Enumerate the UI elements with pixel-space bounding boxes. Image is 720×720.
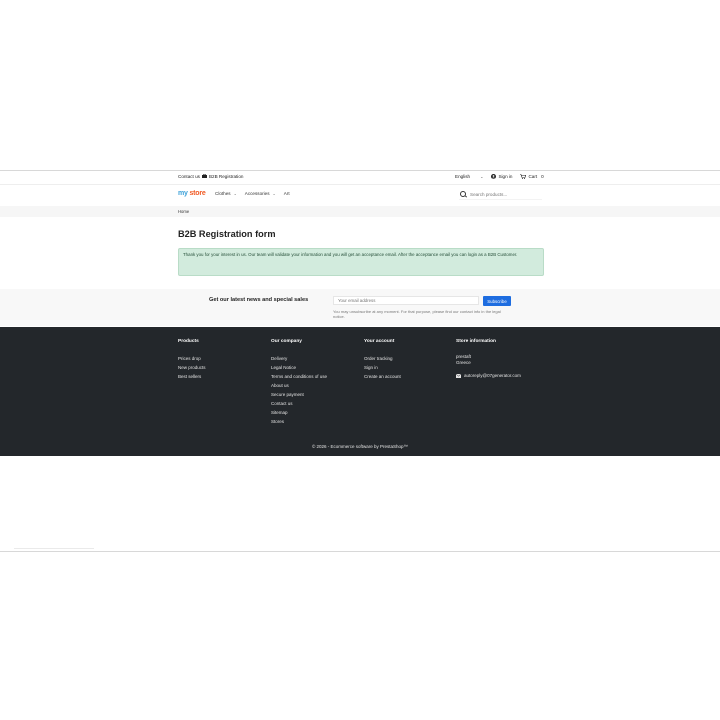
footer-link-sign-in[interactable]: Sign in	[364, 363, 401, 372]
search-box	[459, 189, 542, 200]
language-label: English	[455, 174, 471, 179]
breadcrumb: Home	[0, 206, 720, 217]
footer-products: Products Prices drop New products Best s…	[178, 339, 206, 381]
newsletter-heading: Get our latest news and special sales	[209, 297, 309, 303]
chevron-down-icon: ⌄	[233, 192, 237, 196]
cart-count: 0	[541, 174, 544, 179]
page-frame: Contact us B2B Registration English ⌄ Si…	[0, 170, 720, 552]
newsletter-note: You may unsubscribe at any moment. For t…	[333, 309, 501, 320]
nav-item-art[interactable]: Art	[284, 191, 290, 196]
footer-link-legal-notice[interactable]: Legal Notice	[271, 363, 327, 372]
user-icon	[491, 174, 497, 179]
footer-link-secure-payment[interactable]: Secure payment	[271, 390, 327, 399]
breadcrumb-home[interactable]: Home	[178, 209, 189, 214]
subscribe-button[interactable]: Subscribe	[483, 296, 511, 306]
bottom-rule	[14, 548, 94, 549]
page-title: B2B Registration form	[178, 229, 276, 239]
header: my store Clothes ⌄ Accessories ⌄ Art	[0, 185, 720, 205]
footer-company: Our company Delivery Legal Notice Terms …	[271, 339, 327, 426]
cart-icon	[520, 174, 527, 179]
chevron-down-icon: ⌄	[480, 174, 484, 179]
logo-part-store: store	[189, 190, 206, 197]
chevron-down-icon: ⌄	[272, 192, 276, 196]
search-input[interactable]	[470, 191, 540, 197]
footer-store-title: Store information	[456, 339, 496, 344]
briefcase-icon	[201, 173, 207, 179]
contact-link[interactable]: Contact us	[178, 174, 200, 179]
footer-account: Your account Order tracking Sign in Crea…	[364, 339, 401, 381]
nav-item-accessories[interactable]: Accessories ⌄	[245, 191, 276, 196]
search-icon	[460, 191, 466, 197]
language-selector[interactable]: English ⌄	[455, 174, 483, 179]
success-alert: Thank you for your interest in us. Our t…	[178, 248, 544, 276]
store-country: Greece	[456, 360, 471, 365]
envelope-icon	[456, 373, 461, 378]
main-nav: Clothes ⌄ Accessories ⌄ Art	[215, 191, 290, 196]
footer-link-best-sellers[interactable]: Best sellers	[178, 372, 206, 381]
logo-part-my: my	[178, 190, 188, 197]
footer-products-title: Products	[178, 339, 199, 344]
footer-company-title: Our company	[271, 339, 302, 344]
footer-link-delivery[interactable]: Delivery	[271, 354, 327, 363]
newsletter-email-input[interactable]	[333, 296, 479, 305]
cart-label: Cart	[528, 174, 538, 179]
footer-link-contact-us[interactable]: Contact us	[271, 399, 327, 408]
copyright[interactable]: © 2026 - Ecommerce software by PrestaSho…	[0, 444, 720, 449]
footer: Products Prices drop New products Best s…	[0, 327, 720, 456]
cart-link[interactable]: Cart 0	[520, 174, 544, 179]
footer-account-title: Your account	[364, 339, 395, 344]
nav-item-clothes[interactable]: Clothes ⌄	[215, 191, 237, 196]
b2b-registration-link[interactable]: B2B Registration	[209, 174, 243, 179]
nav-label: Accessories	[244, 191, 270, 196]
footer-link-create-account[interactable]: Create an account	[364, 372, 401, 381]
store-logo[interactable]: my store	[178, 190, 206, 197]
footer-link-order-tracking[interactable]: Order tracking	[364, 354, 401, 363]
nav-label: Clothes	[215, 191, 231, 196]
sign-in-label: Sign in	[498, 174, 513, 179]
store-email-link[interactable]: autoreply@07generator.com	[464, 373, 521, 378]
footer-link-terms[interactable]: Terms and conditions of use	[271, 372, 327, 381]
top-bar: Contact us B2B Registration English ⌄ Si…	[0, 171, 720, 184]
footer-link-prices-drop[interactable]: Prices drop	[178, 354, 206, 363]
newsletter-block: Get our latest news and special sales Su…	[0, 289, 720, 326]
footer-link-sitemap[interactable]: Sitemap	[271, 408, 327, 417]
sign-in-link[interactable]: Sign in	[491, 174, 512, 179]
footer-link-stores[interactable]: Stores	[271, 417, 327, 426]
store-email-row: autoreply@07generator.com	[456, 373, 521, 378]
nav-label: Art	[283, 191, 290, 196]
footer-link-about-us[interactable]: About us	[271, 381, 327, 390]
footer-store-info: Store information prestaft Greece autore…	[456, 339, 521, 378]
footer-link-new-products[interactable]: New products	[178, 363, 206, 372]
